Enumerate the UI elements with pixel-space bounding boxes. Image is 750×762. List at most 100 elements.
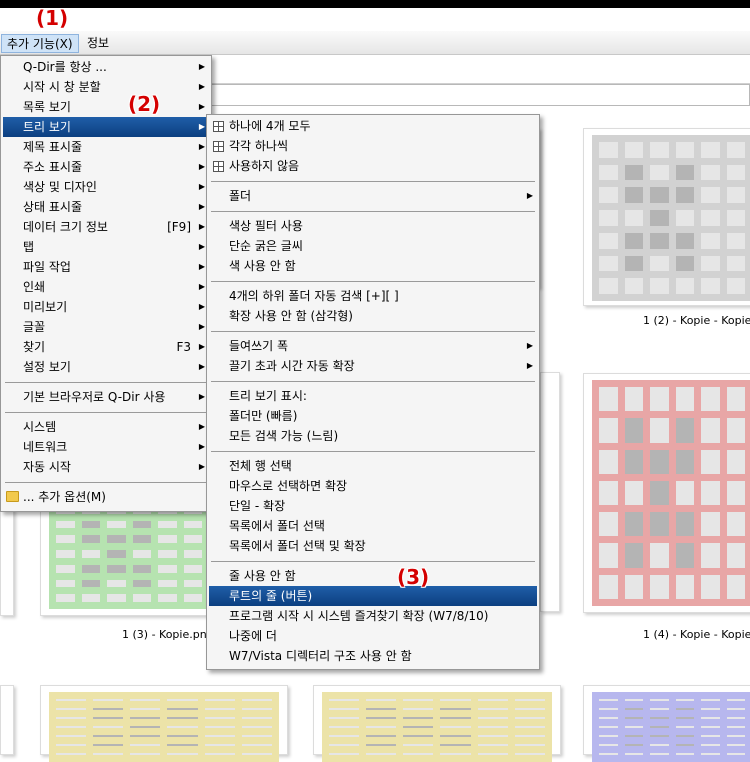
sub_menu-item-11[interactable]: 확장 사용 안 함 (삼각형) (209, 306, 537, 326)
thumbnail-cell (329, 699, 360, 701)
thumbnail-cell (158, 594, 177, 602)
main_menu-item-11[interactable]: 인쇄 ▶ (3, 277, 209, 297)
thumbnail-cell (81, 550, 100, 558)
sub_menu-item-18[interactable]: 모든 검색 가능 (느림) (209, 426, 537, 446)
thumbnail-cell (650, 543, 669, 568)
grid-layout-icon (213, 121, 224, 132)
sub_menu-item-6[interactable]: 색상 필터 사용 (209, 216, 537, 236)
thumbnail-cell (726, 753, 745, 755)
sub_menu-item-16[interactable]: 트리 보기 표시: (209, 386, 537, 406)
sub_menu-item-1[interactable]: 각각 하나씩 (209, 136, 537, 156)
sub_menu-item-10[interactable]: 4개의 하위 폴더 자동 검색 [+][ ] (209, 286, 537, 306)
thumbnail-cell (167, 753, 198, 755)
thumbnail-cell (107, 579, 126, 588)
thumbnail-cell (132, 535, 151, 544)
sub_menu-item-2[interactable]: 사용하지 않음 (209, 156, 537, 176)
file-name-label: 1 (2) - Kopie - Kopie. (643, 314, 750, 327)
thumbnail-cell (440, 717, 471, 719)
thumbnail[interactable] (583, 128, 750, 306)
sub_menu-item-13[interactable]: 들여쓰기 폭 ▶ (209, 336, 537, 356)
sub_menu-item-30[interactable]: W7/Vista 디렉터리 구조 사용 안 함 (209, 646, 537, 666)
sub_menu-item-4[interactable]: 폴더 ▶ (209, 186, 537, 206)
thumbnail-cell (440, 699, 471, 701)
thumbnail-cell (675, 255, 694, 272)
main_menu-item-13[interactable]: 글꼴 ▶ (3, 317, 209, 337)
thumbnail-cell (726, 717, 745, 719)
sub_menu-item-21[interactable]: 마우스로 선택하면 확장 (209, 476, 537, 496)
sub_menu-item-23[interactable]: 목록에서 폴더 선택 (209, 516, 537, 536)
main_menu-item-19[interactable]: 시스템 ▶ (3, 417, 209, 437)
main_menu-item-0[interactable]: Q-Dir를 항상 ... ▶ (3, 57, 209, 77)
menu-separator (5, 482, 207, 483)
submenu-arrow-icon: ▶ (198, 222, 205, 231)
menu-item-label: 확장 사용 안 함 (삼각형) (229, 309, 353, 323)
thumbnail[interactable] (313, 685, 561, 762)
main_menu-item-8[interactable]: 데이터 크기 정보 [F9] ▶ (3, 217, 209, 237)
main_menu-item-21[interactable]: 자동 시작 ▶ (3, 457, 209, 477)
menu-bar: 추가 기능(X) 정보 (0, 31, 750, 55)
main_menu-item-15[interactable]: 설정 보기 ▶ (3, 357, 209, 377)
menu-extras[interactable]: 추가 기능(X) (1, 34, 79, 53)
main_menu-item-20[interactable]: 네트워크 ▶ (3, 437, 209, 457)
toolbar (211, 56, 750, 84)
main_menu-item-10[interactable]: 파일 작업 ▶ (3, 257, 209, 277)
thumbnail[interactable] (583, 685, 750, 762)
sub_menu-item-22[interactable]: 단일 - 확장 (209, 496, 537, 516)
thumbnail[interactable] (583, 373, 750, 613)
thumbnail-cell (132, 564, 151, 573)
menu-separator (211, 281, 535, 282)
thumbnail-cell (599, 449, 618, 474)
thumbnail-cell (726, 574, 745, 599)
thumbnail-cell (477, 753, 508, 755)
main_menu-item-17[interactable]: 기본 브라우저로 Q-Dir 사용 ▶ (3, 387, 209, 407)
main_menu-item-4[interactable]: 제목 표시줄 ▶ (3, 137, 209, 157)
thumbnail-cell (107, 594, 126, 602)
thumbnail[interactable] (40, 685, 288, 762)
thumbnail-cell (675, 210, 694, 226)
menu-item-label: 폴더 (229, 189, 252, 203)
sub_menu-item-26[interactable]: 줄 사용 안 함 (209, 566, 537, 586)
thumbnail-cell (726, 164, 745, 181)
thumbnail-cell (726, 278, 745, 294)
thumbnail-cell (701, 717, 720, 719)
sub_menu-item-20[interactable]: 전체 행 선택 (209, 456, 537, 476)
main_menu-item-3[interactable]: 트리 보기 ▶ (3, 117, 209, 137)
address-bar[interactable] (211, 84, 750, 106)
thumbnail-cell (167, 708, 198, 710)
thumbnail-cell (675, 142, 694, 158)
thumbnail-cell (726, 210, 745, 226)
thumbnail[interactable] (0, 498, 14, 616)
main_menu-item-5[interactable]: 주소 표시줄 ▶ (3, 157, 209, 177)
main_menu-item-1[interactable]: 시작 시 창 분할 ▶ (3, 77, 209, 97)
sub_menu-item-29[interactable]: 나중에 더 (209, 626, 537, 646)
thumbnail[interactable] (40, 498, 210, 616)
main_menu-item-12[interactable]: 미리보기 ▶ (3, 297, 209, 317)
annotation-marker-1: (1) (36, 6, 69, 30)
main_menu-item-23[interactable]: ... 추가 옵션(M) (3, 487, 209, 507)
menu-item-label: 기본 브라우저로 Q-Dir 사용 (23, 390, 166, 404)
sub_menu-item-7[interactable]: 단순 굵은 글씨 (209, 236, 537, 256)
sub_menu-item-27[interactable]: 루트의 줄 (버튼) (209, 586, 537, 606)
thumbnail-cell (204, 753, 235, 755)
thumbnail-cell (366, 699, 397, 701)
main_menu-item-9[interactable]: 탭 ▶ (3, 237, 209, 257)
menu-separator (211, 451, 535, 452)
main_menu-item-7[interactable]: 상태 표시줄 ▶ (3, 197, 209, 217)
sub_menu-item-17[interactable]: 폴더만 (빠름) (209, 406, 537, 426)
sub_menu-item-0[interactable]: 하나에 4개 모두 (209, 116, 537, 136)
main_menu-item-14[interactable]: 찾기 F3 ▶ (3, 337, 209, 357)
thumbnail[interactable] (540, 372, 560, 612)
sub_menu-item-28[interactable]: 프로그램 시작 시 시스템 즐겨찾기 확장 (W7/8/10) (209, 606, 537, 626)
sub_menu-item-14[interactable]: 끌기 초과 시간 자동 확장 ▶ (209, 356, 537, 376)
main_menu-item-2[interactable]: 목록 보기 ▶ (3, 97, 209, 117)
thumbnail-cell (624, 574, 643, 599)
main_menu-item-6[interactable]: 색상 및 디자인 ▶ (3, 177, 209, 197)
sub_menu-item-24[interactable]: 목록에서 폴더 선택 및 확장 (209, 536, 537, 556)
menu-item-label: 하나에 4개 모두 (229, 119, 311, 133)
menu-info[interactable]: 정보 (82, 34, 114, 53)
thumbnail-cell (599, 753, 618, 755)
menu-item-label: 색상 필터 사용 (229, 219, 303, 233)
thumbnail-cell (56, 753, 87, 755)
sub_menu-item-8[interactable]: 색 사용 안 함 (209, 256, 537, 276)
thumbnail[interactable] (0, 685, 14, 755)
